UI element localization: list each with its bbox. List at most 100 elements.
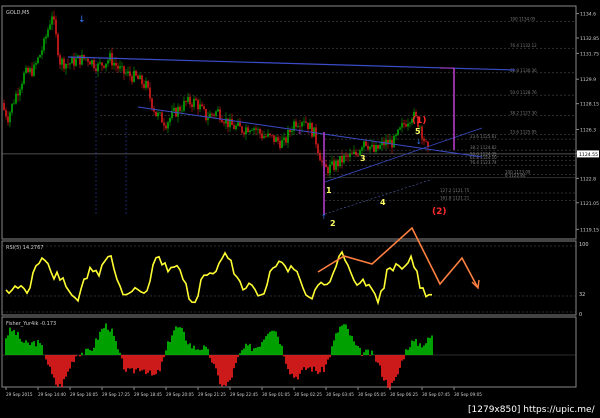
fisher-bar [17, 331, 19, 355]
fisher-bar [215, 355, 217, 369]
fisher-label: Fisher_Yur4ik -0.173 [6, 321, 56, 327]
candle-body [71, 57, 73, 64]
time-label: 29 Sep 21:25 [198, 392, 226, 397]
fisher-bar [59, 355, 61, 384]
fisher-bar [165, 350, 167, 355]
fib-label: 100 1134.05 [510, 16, 536, 21]
fib-label: 50.0 1128.76 [510, 90, 537, 95]
fisher-bar [139, 355, 141, 372]
candle-body [285, 137, 287, 143]
fib-label: 76.4 1132.12 [510, 43, 537, 48]
fisher-bar [187, 344, 189, 355]
candle-body [337, 160, 339, 167]
fisher-bar [183, 331, 185, 355]
candle-body [205, 108, 207, 121]
fisher-bar [359, 347, 361, 355]
candle-body [133, 70, 135, 82]
fisher-bar [367, 349, 369, 355]
candle-body [129, 71, 131, 77]
fisher-bar [405, 349, 407, 355]
fisher-bar [341, 325, 343, 355]
fisher-bar [81, 352, 83, 355]
price-panel[interactable]: 100 1134.0576.4 1132.1261.8 1130.3650.0 … [1, 5, 577, 240]
fisher-bar [7, 335, 9, 355]
fisher-bar [361, 355, 363, 357]
candle-body [257, 128, 259, 130]
candle-body [97, 63, 99, 72]
candle-body [17, 93, 19, 96]
fisher-bar [307, 355, 309, 369]
candle-body [41, 50, 43, 55]
candle-body [195, 98, 197, 101]
fisher-bar [309, 355, 311, 368]
candle-body [393, 135, 395, 148]
candle-body [327, 167, 329, 174]
candle-body [287, 129, 289, 143]
fisher-bar [339, 326, 341, 355]
time-label: 30 Sep 01:05 [262, 392, 290, 397]
fisher-bar [397, 355, 399, 375]
fisher-bar [277, 336, 279, 355]
down-arrow-icon: ↓ [416, 138, 422, 146]
candle-body [167, 122, 169, 129]
fib-label: 38.2 1127.30 [510, 111, 537, 116]
candle-body [15, 93, 17, 104]
fisher-bar [323, 355, 325, 373]
fisher-bar [31, 342, 33, 355]
candle-body [25, 67, 27, 73]
candle-body [87, 58, 89, 62]
candle-body [119, 66, 121, 69]
price-tick: 1119.15 [580, 227, 599, 233]
candle-body [113, 62, 115, 66]
fisher-bar [269, 331, 271, 355]
candle-body [291, 130, 293, 132]
fisher-bar [299, 355, 301, 374]
candle-body [201, 104, 203, 107]
trading-chart[interactable]: 100 1134.0576.4 1132.1261.8 1130.3650.0 … [0, 0, 600, 418]
candle-body [75, 58, 77, 66]
candle-body [37, 57, 39, 64]
candle-body [283, 137, 285, 141]
candle-body [325, 164, 327, 168]
candle-body [355, 151, 357, 156]
fisher-bar [79, 355, 81, 357]
fisher-bar [113, 335, 115, 355]
fisher-bar [129, 355, 131, 369]
candle-body [145, 81, 147, 88]
fisher-bar [93, 347, 95, 355]
fisher-bar [357, 346, 359, 355]
candle-body [189, 96, 191, 105]
candle-body [343, 155, 345, 163]
candle-body [371, 145, 373, 147]
fisher-bar [399, 355, 401, 368]
candle-body [139, 75, 141, 80]
fisher-panel[interactable]: Fisher_Yur4ik -0.173 [1, 316, 577, 390]
candle-body [13, 103, 15, 105]
fisher-bar [205, 346, 207, 355]
fisher-bar [193, 345, 195, 355]
candle-body [271, 134, 273, 136]
candle-body [55, 19, 57, 35]
fib-label: 161.8 1121.21 [440, 196, 470, 201]
candle-body [375, 144, 377, 152]
fisher-bar [401, 355, 403, 361]
fisher-bar [407, 349, 409, 355]
candle-body [401, 123, 403, 128]
candle-body [421, 126, 423, 139]
symbol-label: GOLD,M5 [6, 10, 30, 16]
candle-body [169, 118, 171, 123]
fisher-bar [235, 355, 237, 364]
rsi-panel[interactable]: RSI(5) 14.2767 [1, 226, 577, 316]
fisher-bar [303, 355, 305, 368]
fisher-bar [363, 352, 365, 355]
candle-body [241, 126, 243, 133]
candle-body [69, 63, 71, 65]
fisher-bar [209, 355, 211, 358]
rsi-tick: 32 [579, 292, 585, 298]
fisher-bar [105, 323, 107, 355]
fisher-bar [285, 355, 287, 364]
candle-body [183, 100, 185, 111]
candle-body [85, 58, 87, 60]
fisher-bar [111, 328, 113, 355]
candle-body [101, 62, 103, 66]
